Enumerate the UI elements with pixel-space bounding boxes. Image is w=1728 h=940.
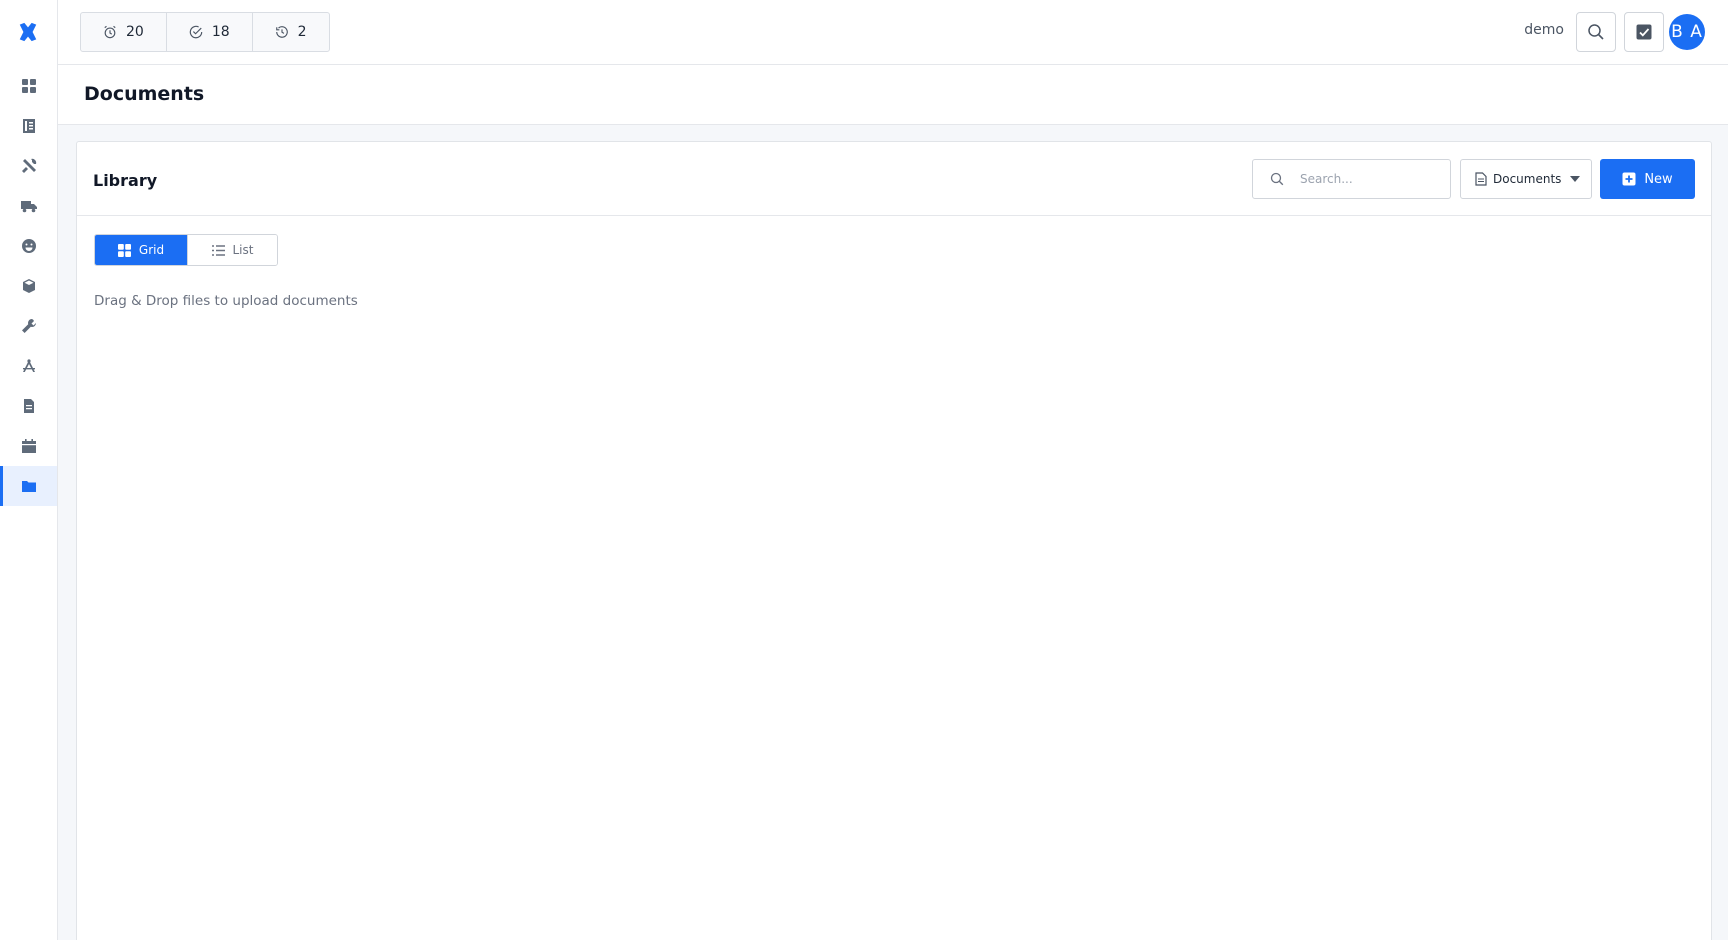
tasks-button[interactable] — [1624, 12, 1664, 52]
boxes-icon — [22, 279, 35, 293]
document-type-value: Documents — [1493, 172, 1562, 186]
counter-pending-value: 2 — [297, 24, 307, 40]
user-avatar[interactable]: B A — [1669, 14, 1705, 50]
sidebar-item-dashboard[interactable] — [0, 66, 57, 106]
counter-completed[interactable]: 18 — [167, 13, 253, 51]
document-icon — [1475, 172, 1487, 186]
search-icon — [1588, 24, 1604, 40]
caret-down-icon — [1570, 176, 1581, 182]
library-search-input[interactable] — [1300, 172, 1440, 186]
calendar-icon — [21, 439, 36, 453]
sidebar-item-ledger[interactable] — [0, 106, 57, 146]
grid-icon — [117, 243, 131, 257]
tools-icon — [21, 158, 36, 173]
new-button-label: New — [1644, 171, 1673, 187]
page-header: Documents — [58, 65, 1728, 125]
user-name-label: demo — [1524, 22, 1564, 38]
view-mode-toggle: Grid List — [94, 234, 278, 266]
library-title: Library — [93, 171, 158, 190]
sidebar-item-documents[interactable] — [0, 466, 57, 506]
smile-icon — [21, 239, 36, 253]
counter-alarms[interactable]: 20 — [81, 13, 167, 51]
task-counters: 20 18 2 — [80, 12, 330, 52]
upload-hint: Drag & Drop files to upload documents — [94, 293, 358, 309]
grid-icon — [21, 79, 36, 93]
counter-alarms-value: 20 — [126, 24, 144, 40]
view-grid-button[interactable]: Grid — [95, 235, 187, 265]
sidebar-nav — [0, 66, 57, 506]
alarm-clock-icon — [104, 25, 116, 39]
counter-completed-value: 18 — [211, 24, 230, 40]
sidebar-item-design[interactable] — [0, 346, 57, 386]
puzzle-logo-icon[interactable] — [17, 21, 39, 43]
file-icon — [23, 399, 34, 413]
global-search-button[interactable] — [1576, 12, 1616, 52]
counter-pending[interactable]: 2 — [253, 13, 329, 51]
sidebar-item-calendar[interactable] — [0, 426, 57, 466]
search-icon — [1270, 172, 1284, 186]
folder-icon — [21, 481, 36, 492]
new-document-button[interactable]: New — [1600, 159, 1695, 199]
document-type-select[interactable]: Documents — [1460, 159, 1592, 199]
checkbox-icon — [1636, 24, 1652, 40]
sidebar — [0, 0, 58, 940]
book-icon — [22, 119, 35, 133]
plus-square-icon — [1622, 172, 1636, 186]
sidebar-item-shipping[interactable] — [0, 186, 57, 226]
clock-history-icon — [275, 26, 288, 38]
library-search — [1252, 159, 1451, 199]
library-header: Library Documents New — [77, 142, 1711, 216]
sidebar-item-maintenance[interactable] — [0, 306, 57, 346]
view-list-button[interactable]: List — [187, 235, 277, 265]
top-bar: 20 18 2 demo B A — [58, 0, 1728, 65]
sidebar-item-inventory[interactable] — [0, 266, 57, 306]
sidebar-item-reports[interactable] — [0, 386, 57, 426]
wrench-icon — [21, 319, 36, 333]
library-card: Library Documents New Grid List Drag — [76, 141, 1712, 940]
sidebar-item-tools[interactable] — [0, 146, 57, 186]
check-circle-icon — [189, 25, 203, 39]
list-icon — [211, 244, 225, 256]
page-title: Documents — [84, 83, 205, 105]
view-grid-label: Grid — [138, 243, 165, 257]
compass-icon — [22, 359, 35, 372]
sidebar-item-customers[interactable] — [0, 226, 57, 266]
truck-icon — [20, 201, 37, 213]
view-list-label: List — [232, 243, 254, 257]
